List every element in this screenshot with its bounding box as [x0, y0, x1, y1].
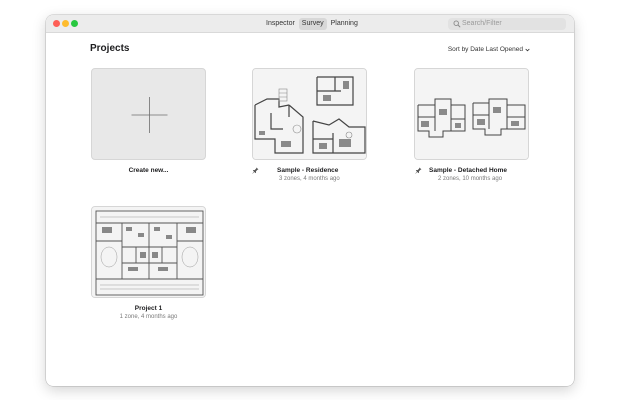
- tab-inspector[interactable]: Inspector: [263, 18, 298, 30]
- project-title: Sample - Residence: [277, 167, 339, 174]
- mode-segmented-control: Inspector Survey Planning: [263, 18, 361, 30]
- project-title: Project 1: [134, 305, 163, 312]
- tab-planning[interactable]: Planning: [328, 18, 361, 30]
- sort-label: Sort by Date Last Opened: [447, 46, 523, 53]
- project-thumbnail[interactable]: [252, 68, 367, 160]
- close-window-button[interactable]: [53, 20, 60, 27]
- create-new-tile[interactable]: [91, 68, 206, 160]
- floorplan-thumbnail: [92, 207, 205, 297]
- project-card-project-1[interactable]: Project 1 1 zone, 4 months ago: [91, 206, 206, 320]
- project-thumbnail[interactable]: [414, 68, 529, 160]
- sort-dropdown[interactable]: Sort by Date Last Opened: [448, 46, 530, 53]
- project-card-detached-home[interactable]: Sample - Detached Home 2 zones, 10 month…: [414, 68, 529, 182]
- minimize-window-button[interactable]: [62, 20, 69, 27]
- pin-icon[interactable]: [252, 167, 259, 174]
- project-title: Sample - Detached Home: [429, 167, 508, 174]
- project-card-residence[interactable]: Sample - Residence 3 zones, 4 months ago: [252, 68, 367, 182]
- chevron-down-icon: [525, 48, 530, 51]
- search-input[interactable]: Search/Filter: [448, 18, 566, 30]
- project-thumbnail[interactable]: [91, 206, 206, 298]
- search-icon: [453, 20, 461, 28]
- maximize-window-button[interactable]: [71, 20, 78, 27]
- project-title: Create new...: [128, 167, 169, 174]
- app-window: Inspector Survey Planning Search/Filter …: [46, 15, 574, 386]
- search-placeholder: Search/Filter: [462, 20, 502, 27]
- project-subtitle: 1 zone, 4 months ago: [119, 314, 178, 320]
- pin-icon[interactable]: [415, 167, 422, 174]
- project-subtitle: 3 zones, 4 months ago: [279, 176, 340, 182]
- project-subtitle: 2 zones, 10 months ago: [438, 176, 503, 182]
- floorplan-thumbnail: [415, 69, 528, 159]
- page-title: Projects: [90, 43, 130, 54]
- plus-icon: [131, 97, 168, 133]
- project-card-create[interactable]: Create new...: [91, 68, 206, 174]
- floorplan-thumbnail: [253, 69, 366, 159]
- tab-survey[interactable]: Survey: [298, 18, 327, 30]
- title-bar: Inspector Survey Planning Search/Filter: [46, 15, 574, 33]
